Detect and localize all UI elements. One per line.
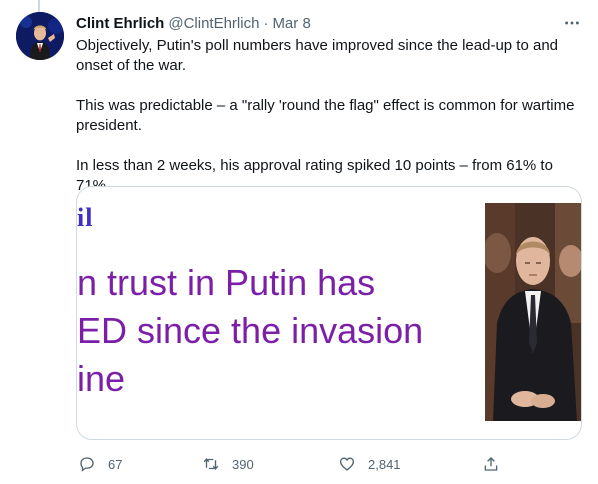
headline-line: ED since the invasion	[77, 310, 424, 351]
tweet-header: Clint Ehrlich @ClintEhrlich · Mar 8	[76, 13, 586, 33]
headline-line: ine	[77, 358, 126, 399]
tweet-paragraph: Objectively, Putin's poll numbers have i…	[76, 37, 559, 74]
more-icon[interactable]	[562, 13, 582, 33]
headline-line: n trust in Putin has	[77, 262, 376, 303]
portrait-image	[485, 203, 581, 421]
reply-icon	[80, 457, 94, 472]
tweet[interactable]: Clint Ehrlich @ClintEhrlich · Mar 8 Obje…	[0, 0, 598, 484]
like-count: 2,841	[368, 456, 401, 472]
like-button[interactable]: 2,841	[338, 455, 401, 473]
retweet-icon	[203, 458, 219, 470]
retweet-count: 390	[232, 456, 254, 472]
retweet-button[interactable]: 390	[202, 455, 254, 473]
more-horizontal-icon	[565, 21, 579, 25]
author-handle[interactable]: @ClintEhrlich	[168, 15, 259, 32]
tweet-text: Objectively, Putin's poll numbers have i…	[76, 36, 588, 196]
reply-count: 67	[108, 456, 123, 472]
separator-dot: ·	[263, 14, 269, 32]
share-icon	[484, 457, 498, 471]
heart-icon	[339, 457, 355, 471]
tweet-actions: 67 390 2,841	[76, 452, 582, 476]
putin-photo	[485, 203, 581, 421]
tweet-date[interactable]: Mar 8	[272, 15, 310, 32]
avatar-image	[16, 12, 64, 60]
tweet-paragraph: This was predictable – a "rally 'round t…	[76, 97, 575, 134]
headline-image: il n trust in Putin has ED since the inv…	[77, 187, 481, 439]
thread-line	[38, 0, 40, 12]
share-button[interactable]	[482, 455, 500, 473]
reply-button[interactable]: 67	[78, 455, 122, 473]
masthead-fragment: il	[77, 203, 94, 232]
author-name[interactable]: Clint Ehrlich	[76, 15, 164, 32]
tweet-media[interactable]: il n trust in Putin has ED since the inv…	[76, 186, 582, 440]
avatar[interactable]	[16, 12, 64, 60]
